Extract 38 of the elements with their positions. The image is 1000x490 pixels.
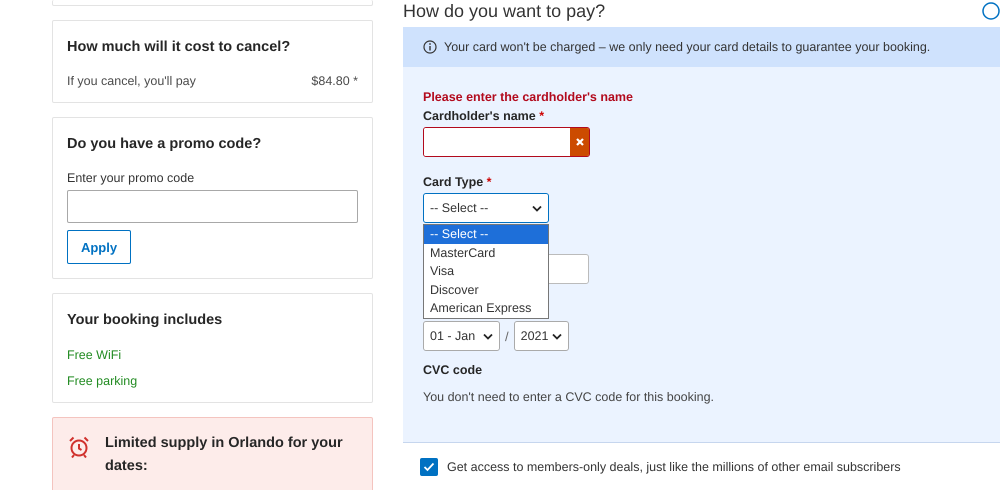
cancel-fee-amount: $84.80 * [311,74,358,88]
notice-text: Your card won't be charged – we only need your card details to guarantee your booking. [444,40,930,54]
dropdown-option[interactable]: Visa [424,262,548,280]
dropdown-option[interactable]: American Express [424,299,548,318]
section-title: How do you want to pay? [403,0,606,22]
field-label: Enter your promo code [67,171,196,185]
dropdown-option[interactable]: MasterCard [424,244,548,262]
date-separator: / [505,328,509,344]
amenity-text: Free parking [67,374,138,388]
required-mark: * [538,109,544,123]
field-label: Card Type [423,175,484,189]
alarm-clock-icon [67,435,91,459]
check-icon [423,462,435,472]
month-select[interactable]: 01 - Jan [423,321,500,351]
chevron-icon [552,332,562,340]
checkbox-label: Get access to members-only deals, just like the millions of other email subscribers [447,460,901,474]
amenity-text: Free WiFi [67,348,122,362]
field-label: Cardholder's name [423,109,536,123]
card-title: How much will it cost to cancel? [67,39,292,55]
cardholder-name-field[interactable] [423,127,590,157]
checkbox[interactable] [420,458,438,476]
dropdown-option[interactable]: -- Select -- [424,225,548,244]
alert-title: Limited supply in Orlando for your dates: [105,434,344,476]
required-mark: * [486,175,492,189]
error-message: Please enter the cardholder's name [423,90,634,104]
card-title: Do you have a promo code? [67,136,262,152]
field-label: CVC code [423,363,484,377]
cancel-fee-label: If you cancel, you'll pay [67,74,196,88]
dropdown-option[interactable]: Discover [424,280,548,299]
chevron-icon [483,332,493,340]
card-title: Your booking includes [67,312,224,328]
cvc-note: You don't need to enter a CVC code for this booking. [423,390,716,404]
error-icon [574,137,584,147]
card-type-select[interactable]: -- Select -- [423,193,549,223]
year-select[interactable]: 2021 [514,321,569,351]
chevron-icon [532,204,542,212]
promo-code-field[interactable] [67,190,358,223]
apply-button[interactable]: Apply [67,230,131,264]
